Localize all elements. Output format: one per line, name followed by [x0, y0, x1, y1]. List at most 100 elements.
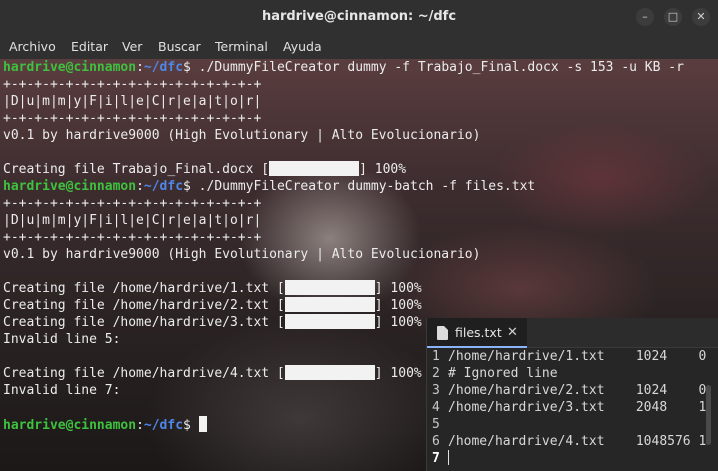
progress-block — [324, 314, 335, 329]
prompt-symbol: $ — [183, 179, 191, 194]
progress-block — [344, 365, 355, 380]
progress-block — [334, 365, 345, 380]
line-text: /home/hardrive/3.txt 2048 1 — [448, 400, 707, 415]
menu-ayuda[interactable]: Ayuda — [283, 34, 322, 59]
line-number: 4 — [432, 400, 440, 415]
progress-block — [304, 280, 315, 295]
progress-bar — [284, 365, 375, 381]
prompt-colon: : — [136, 418, 144, 433]
progress-block — [339, 161, 350, 176]
editor-line[interactable]: 6/home/hardrive/4.txt 1048576 1 — [427, 433, 718, 450]
editor-tab-name: files.txt — [455, 325, 502, 340]
prompt-symbol: $ — [183, 60, 191, 75]
editor-caret — [448, 450, 449, 465]
banner-version: v0.1 by hardrive9000 (High Evolutionary … — [3, 247, 481, 262]
progress-block — [284, 365, 295, 380]
editor-tab-bar: files.txt ✕ — [427, 318, 718, 348]
progress-label: Creating file /home/hardrive/4.txt — [3, 366, 270, 381]
tab-close-icon[interactable]: ✕ — [507, 318, 518, 348]
progress-block — [319, 161, 330, 176]
menu-buscar[interactable]: Buscar — [158, 34, 201, 59]
menu-terminal[interactable]: Terminal — [215, 34, 268, 59]
progress-line: Creating file /home/hardrive/1.txt [] 10… — [3, 280, 422, 296]
line-number: 5 — [432, 417, 440, 432]
progress-block — [354, 314, 365, 329]
progress-block — [294, 365, 305, 380]
editor-line[interactable]: 4/home/hardrive/3.txt 2048 1 — [427, 399, 718, 416]
progress-label: Creating file /home/hardrive/1.txt — [3, 281, 270, 296]
editor-line[interactable]: 3/home/hardrive/2.txt 1024 0 — [427, 382, 718, 399]
maximize-icon[interactable]: □ — [664, 8, 682, 26]
line-text: /home/hardrive/4.txt 1048576 1 — [448, 434, 707, 449]
progress-bar — [284, 297, 375, 313]
progress-bar — [284, 314, 375, 330]
progress-block — [284, 297, 295, 312]
banner-border: +-+-+-+-+-+-+-+-+-+-+-+-+-+-+-+-+ — [3, 111, 262, 126]
command-text: ./DummyFileCreator dummy-batch -f files.… — [190, 179, 536, 194]
progress-block — [334, 297, 345, 312]
prompt-path: ~/dfc — [143, 418, 184, 433]
progress-block — [324, 280, 335, 295]
document-icon — [437, 326, 448, 340]
close-icon[interactable]: ✕ — [692, 8, 710, 26]
progress-percent: 100% — [390, 315, 422, 330]
progress-block — [269, 161, 280, 176]
editor-tab[interactable]: files.txt ✕ — [427, 318, 527, 348]
progress-block — [289, 161, 300, 176]
line-number: 6 — [432, 434, 440, 449]
progress-block — [294, 280, 305, 295]
editor-content[interactable]: 1/home/hardrive/1.txt 1024 0 2 # Ignored … — [427, 348, 718, 467]
prompt-symbol: $ — [183, 418, 191, 433]
progress-block — [294, 314, 305, 329]
progress-block — [364, 297, 375, 312]
progress-block — [349, 161, 360, 176]
progress-block — [344, 297, 355, 312]
prompt-colon: : — [136, 179, 144, 194]
line-number: 7 — [432, 451, 440, 466]
progress-block — [364, 280, 375, 295]
progress-block — [334, 280, 345, 295]
progress-block — [284, 280, 295, 295]
editor-line[interactable]: 1/home/hardrive/1.txt 1024 0 — [427, 348, 718, 365]
progress-block — [304, 297, 315, 312]
banner-letters: |D|u|m|m|y|F|i|l|e|C|r|e|a|t|o|r| — [3, 213, 262, 228]
progress-block — [334, 314, 345, 329]
progress-block — [314, 297, 325, 312]
prompt-user-host: hardrive@cinnamon — [3, 418, 137, 433]
progress-line: Creating file /home/hardrive/2.txt [] 10… — [3, 297, 422, 313]
line-number: 1 — [432, 349, 440, 364]
progress-block — [309, 161, 320, 176]
menu-ver[interactable]: Ver — [122, 34, 142, 59]
prompt-path: ~/dfc — [143, 179, 184, 194]
progress-percent: 100% — [390, 366, 422, 381]
progress-block — [304, 314, 315, 329]
command-text: ./DummyFileCreator dummy -f Trabajo_Fina… — [190, 60, 684, 75]
progress-block — [344, 314, 355, 329]
progress-line: Creating file Trabajo_Final.docx [] 100% — [3, 161, 407, 177]
banner-letters: |D|u|m|m|y|F|i|l|e|C|r|e|a|t|o|r| — [3, 94, 262, 109]
menu-archivo[interactable]: Archivo — [9, 34, 56, 59]
progress-bar — [269, 161, 360, 177]
editor-scrollbar[interactable] — [706, 385, 711, 445]
editor-line[interactable]: 2 # Ignored line — [427, 365, 718, 382]
menu-editar[interactable]: Editar — [71, 34, 108, 59]
progress-block — [354, 365, 365, 380]
editor-line-current[interactable]: 7 — [427, 450, 718, 467]
progress-percent: 100% — [390, 281, 422, 296]
minimize-icon[interactable]: – — [636, 8, 654, 26]
banner-border: +-+-+-+-+-+-+-+-+-+-+-+-+-+-+-+-+ — [3, 77, 262, 92]
line-number: 3 — [432, 383, 440, 398]
progress-block — [324, 297, 335, 312]
terminal-line: hardrive@cinnamon:~/dfc$ ./DummyFileCrea… — [3, 59, 718, 76]
progress-block — [314, 314, 325, 329]
prompt-colon: : — [136, 60, 144, 75]
progress-label: Creating file Trabajo_Final.docx — [3, 162, 254, 177]
line-text: # Ignored line — [448, 366, 558, 381]
title-bar[interactable]: hardrive@cinnamon: ~/dfc – □ ✕ — [0, 0, 718, 34]
progress-block — [284, 314, 295, 329]
progress-block — [304, 365, 315, 380]
progress-block — [364, 314, 375, 329]
editor-line[interactable]: 5 — [427, 416, 718, 433]
prompt-user-host: hardrive@cinnamon — [3, 60, 137, 75]
